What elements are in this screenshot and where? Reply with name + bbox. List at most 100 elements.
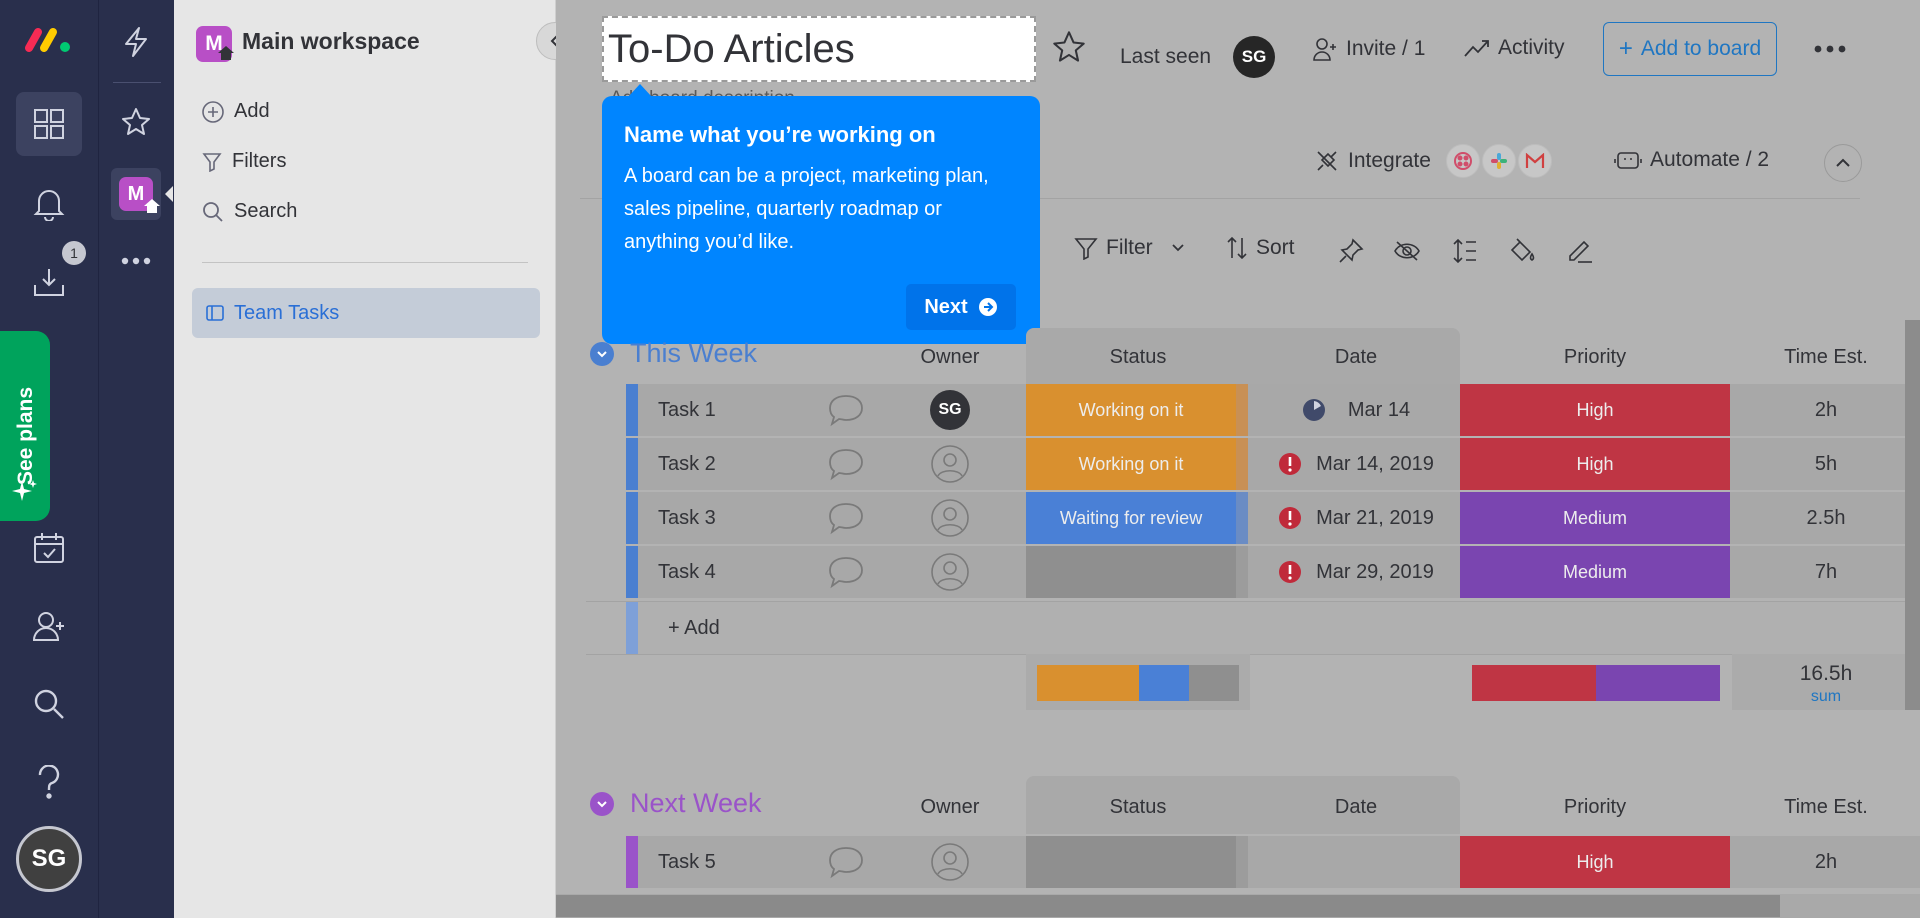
status-summary-bar[interactable] — [1037, 665, 1239, 701]
automate-button[interactable]: Automate / 2 — [1614, 148, 1769, 172]
group-title-next-week[interactable]: Next Week — [630, 788, 762, 819]
pin-icon[interactable] — [1338, 238, 1364, 264]
column-header-owner[interactable]: Owner — [880, 346, 1020, 369]
board-title-input[interactable]: To-Do Articles — [602, 16, 1036, 82]
last-seen-button[interactable]: Last seen SG — [1120, 36, 1276, 78]
workspace-name[interactable]: Main workspace — [242, 28, 420, 55]
help-icon[interactable] — [28, 762, 70, 802]
table-row[interactable]: Task 3 Waiting for review Mar 21, 2019 M… — [626, 492, 1920, 544]
date-cell[interactable]: Mar 14, 2019 — [1252, 438, 1460, 490]
workspace-switch-button[interactable]: M — [111, 168, 161, 220]
time-est-cell[interactable]: 7h — [1732, 546, 1920, 598]
owner-empty-avatar-icon[interactable] — [880, 492, 1020, 544]
time-sum-function[interactable]: sum — [1732, 688, 1920, 706]
see-plans-button[interactable]: See plans — [0, 331, 50, 521]
task-name[interactable]: Task 2 — [626, 438, 826, 490]
comment-bubble-icon[interactable] — [816, 492, 876, 544]
workspace-grid-icon[interactable] — [16, 92, 82, 156]
priority-cell[interactable]: Medium — [1460, 546, 1730, 598]
board-item-team-tasks[interactable]: Team Tasks — [192, 288, 540, 338]
collapse-header-button[interactable] — [1824, 144, 1862, 182]
more-options-icon[interactable] — [1813, 44, 1847, 54]
hide-eye-icon[interactable] — [1394, 240, 1420, 262]
column-header-date[interactable]: Date — [1252, 346, 1460, 369]
task-name[interactable]: Task 4 — [626, 546, 826, 598]
more-dots-icon[interactable] — [115, 244, 157, 278]
column-header-date[interactable]: Date — [1252, 796, 1460, 819]
add-item-row[interactable]: + Add — [626, 602, 1920, 654]
tooltip-title: Name what you’re working on — [624, 122, 936, 147]
status-cell[interactable] — [1026, 546, 1236, 598]
column-header-priority[interactable]: Priority — [1460, 796, 1730, 819]
add-menu-item[interactable]: Add — [202, 100, 270, 123]
vertical-scrollbar[interactable] — [1905, 320, 1920, 710]
favorite-star-icon[interactable] — [1052, 30, 1086, 64]
comment-bubble-icon[interactable] — [816, 384, 876, 436]
time-est-cell[interactable]: 2h — [1732, 836, 1920, 888]
date-cell[interactable]: Mar 29, 2019 — [1252, 546, 1460, 598]
formatting-pen-icon[interactable] — [1566, 238, 1594, 264]
invite-person-icon — [1313, 38, 1336, 61]
star-favorites-icon[interactable] — [115, 102, 157, 142]
monday-logo-icon[interactable] — [22, 22, 76, 56]
invite-button[interactable]: Invite / 1 — [1312, 36, 1425, 62]
inbox-download-icon[interactable] — [28, 262, 70, 302]
column-header-time-est[interactable]: Time Est. — [1732, 346, 1920, 369]
date-cell[interactable]: Mar 14 — [1252, 384, 1460, 436]
column-header-priority[interactable]: Priority — [1460, 346, 1730, 369]
priority-summary-bar[interactable] — [1472, 665, 1720, 701]
activity-button[interactable]: Activity — [1464, 36, 1565, 60]
gmail-icon — [1518, 144, 1552, 178]
tooltip-next-button[interactable]: Next — [906, 284, 1016, 330]
time-est-cell[interactable]: 5h — [1732, 438, 1920, 490]
priority-cell[interactable]: High — [1460, 836, 1730, 888]
group-title-this-week[interactable]: This Week — [630, 338, 757, 369]
comment-bubble-icon[interactable] — [816, 546, 876, 598]
lightning-icon[interactable] — [115, 22, 157, 62]
task-name[interactable]: Task 1 — [626, 384, 826, 436]
filters-menu-item[interactable]: Filters — [202, 150, 286, 173]
priority-cell[interactable]: Medium — [1460, 492, 1730, 544]
status-cell[interactable]: Working on it — [1026, 384, 1236, 436]
owner-empty-avatar-icon[interactable] — [880, 546, 1020, 598]
priority-cell[interactable]: High — [1460, 384, 1730, 436]
table-row[interactable]: Task 5 High 2h — [626, 836, 1920, 888]
table-row[interactable]: Task 2 Working on it Mar 14, 2019 High 5… — [626, 438, 1920, 490]
status-cell[interactable] — [1026, 836, 1236, 888]
time-est-cell[interactable]: 2h — [1732, 384, 1920, 436]
column-header-status[interactable]: Status — [1026, 346, 1250, 369]
add-to-board-button[interactable]: + Add to board — [1603, 22, 1777, 76]
calendar-check-icon[interactable] — [28, 528, 70, 568]
sort-button[interactable]: Sort — [1226, 236, 1295, 260]
add-item-label[interactable]: + Add — [636, 602, 836, 654]
user-avatar[interactable]: SG — [16, 826, 82, 892]
date-cell[interactable]: Mar 21, 2019 — [1252, 492, 1460, 544]
column-header-time-est[interactable]: Time Est. — [1732, 796, 1920, 819]
status-cell[interactable]: Working on it — [1026, 438, 1236, 490]
filter-button[interactable]: Filter — [1074, 236, 1185, 260]
task-name[interactable]: Task 3 — [626, 492, 826, 544]
column-header-owner[interactable]: Owner — [880, 796, 1020, 819]
date-cell[interactable] — [1252, 836, 1460, 888]
status-cell[interactable]: Waiting for review — [1026, 492, 1236, 544]
owner-empty-avatar-icon[interactable] — [880, 836, 1020, 888]
group-collapse-icon[interactable] — [590, 342, 614, 366]
time-est-cell[interactable]: 2.5h — [1732, 492, 1920, 544]
row-height-icon[interactable] — [1452, 238, 1478, 264]
paint-bucket-icon[interactable] — [1508, 238, 1536, 264]
bell-icon[interactable] — [28, 184, 70, 224]
search-icon[interactable] — [28, 684, 70, 724]
owner-empty-avatar-icon[interactable] — [880, 438, 1020, 490]
priority-cell[interactable]: High — [1460, 438, 1730, 490]
horizontal-scrollbar-thumb[interactable] — [556, 895, 1780, 917]
search-menu-item[interactable]: Search — [202, 200, 297, 223]
task-name[interactable]: Task 5 — [626, 836, 826, 888]
add-person-icon[interactable] — [28, 606, 70, 646]
column-header-status[interactable]: Status — [1026, 796, 1250, 819]
comment-bubble-icon[interactable] — [816, 836, 876, 888]
group-collapse-icon[interactable] — [590, 792, 614, 816]
comment-bubble-icon[interactable] — [816, 438, 876, 490]
integrate-button[interactable]: Integrate — [1314, 148, 1431, 174]
table-row[interactable]: Task 4 Mar 29, 2019 Medium 7h — [626, 546, 1920, 598]
table-row[interactable]: Task 1 SG Working on it Mar 14 High 2h — [626, 384, 1920, 436]
